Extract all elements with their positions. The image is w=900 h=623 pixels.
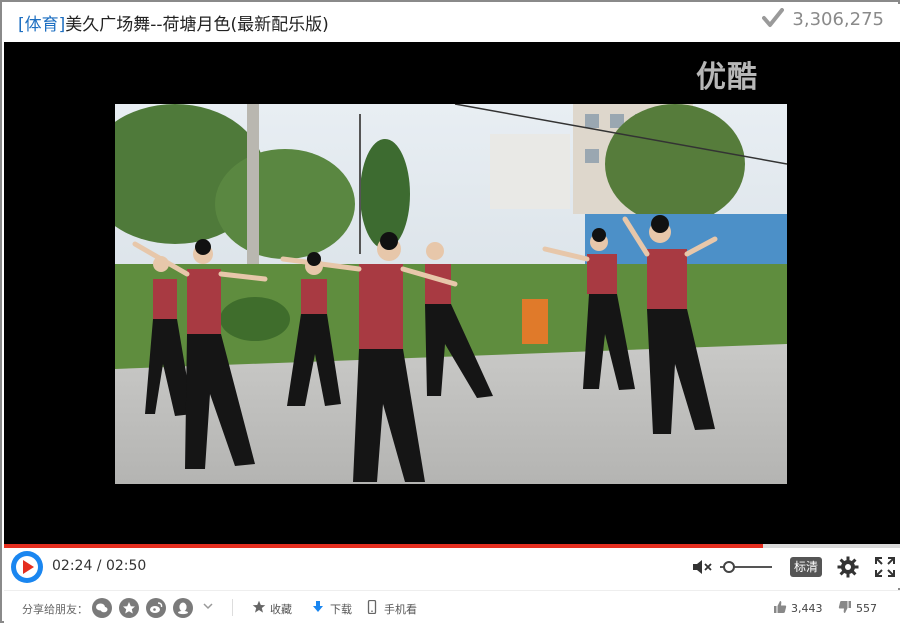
fullscreen-icon[interactable] [875, 557, 895, 577]
download-icon[interactable] [311, 600, 325, 614]
divider [232, 599, 233, 616]
qq-icon[interactable] [173, 598, 193, 618]
weibo-icon[interactable] [146, 598, 166, 618]
mobile-phone-icon[interactable] [365, 600, 379, 614]
wechat-icon[interactable] [92, 598, 112, 618]
mobile-watch-button[interactable]: 手机看 [384, 601, 417, 617]
volume-handle[interactable] [723, 561, 736, 573]
checkmark-icon [762, 8, 785, 27]
video-page: [体育]美久广场舞--荷塘月色(最新配乐版) 3,306,275 优酷 02:2… [0, 0, 900, 623]
time-separator: / [92, 558, 106, 574]
dislike-count: 557 [856, 602, 877, 615]
share-bar: 分享给朋友： 收藏 下载 手机看 3,443 557 [4, 590, 900, 623]
current-time: 02:24 [52, 558, 93, 574]
video-title: [体育]美久广场舞--荷塘月色(最新配乐版) [18, 10, 329, 35]
thumbs-down-icon[interactable] [838, 600, 852, 614]
play-logo-icon[interactable] [10, 550, 44, 584]
video-player[interactable]: 优酷 [4, 42, 900, 544]
like-count: 3,443 [791, 602, 823, 615]
download-button[interactable]: 下载 [330, 601, 352, 617]
volume-slider[interactable] [720, 561, 772, 573]
gear-icon[interactable] [837, 556, 859, 578]
star-icon[interactable] [252, 600, 266, 614]
view-count-value: 3,306,275 [792, 8, 884, 30]
video-title-text: 美久广场舞--荷塘月色(最新配乐版) [65, 15, 329, 35]
youku-watermark: 优酷 [696, 60, 758, 95]
time-display: 02:24 / 02:50 [52, 558, 146, 574]
category-link[interactable]: [体育] [18, 15, 65, 35]
favorite-button[interactable]: 收藏 [270, 601, 292, 617]
duration: 02:50 [105, 558, 147, 574]
title-bar: [体育]美久广场舞--荷塘月色(最新配乐版) 3,306,275 [4, 4, 900, 42]
share-label: 分享给朋友： [22, 603, 88, 616]
qzone-icon[interactable] [119, 598, 139, 618]
control-bar: 02:24 / 02:50 标清 [4, 548, 900, 588]
thumbs-up-icon[interactable] [773, 600, 787, 614]
quality-button[interactable]: 标清 [790, 557, 822, 577]
mute-icon[interactable] [692, 558, 712, 576]
view-count: 3,306,275 [762, 8, 884, 30]
video-frame [115, 104, 787, 484]
chevron-down-icon[interactable] [203, 601, 213, 611]
